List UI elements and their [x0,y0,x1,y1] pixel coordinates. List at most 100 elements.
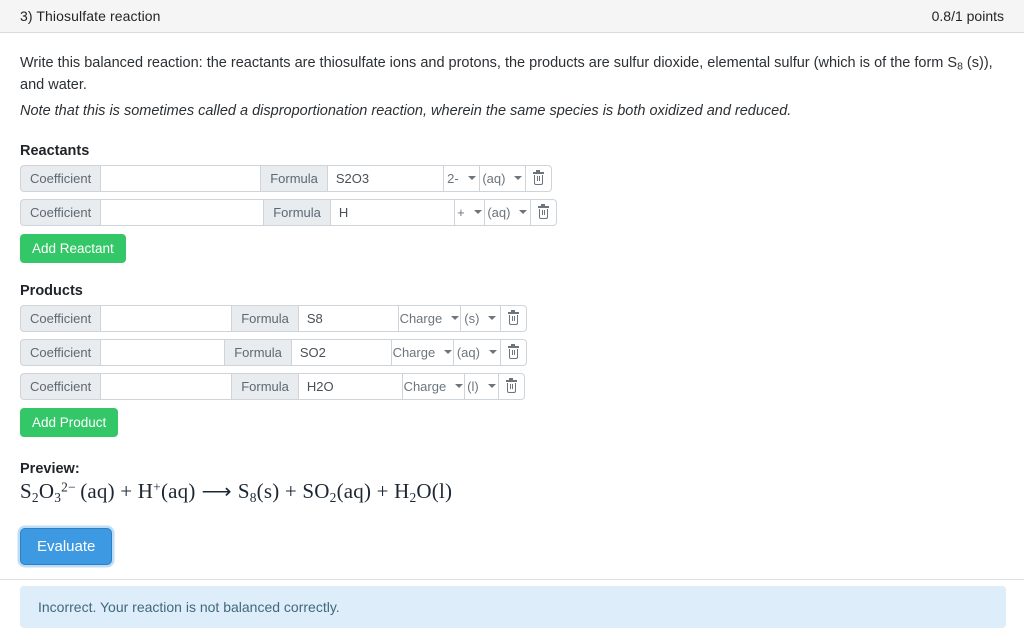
charge-select[interactable]: + [453,198,484,226]
question-title: 3) Thiosulfate reaction [20,8,161,24]
products-label: Products [20,282,83,299]
state-value: (aq) [487,204,511,220]
eq-h2: H [394,478,410,503]
table-row: Coefficient Formula S2O3 2- (aq) [20,164,1004,192]
formula-input[interactable]: SO2 [290,338,391,366]
add-product-button[interactable]: Add Product [20,407,119,437]
coefficient-label: Coefficient [20,338,101,366]
eq-sup: + [153,479,161,495]
prompt-text-part1: Write this balanced reaction: the reacta… [20,55,958,71]
table-row: Coefficient Formula SO2 Charge (aq) [20,338,1004,366]
eq-arrow: ⟶ [201,478,232,503]
reactants-label: Reactants [20,142,90,159]
coefficient-input[interactable] [100,164,261,192]
charge-select[interactable]: Charge [397,304,460,332]
trash-icon [532,170,544,185]
charge-value: + [457,204,465,220]
question-card: 3) Thiosulfate reaction 0.8/1 points Wri… [0,0,1024,628]
chevron-down-icon [488,316,497,321]
trash-icon [507,344,519,359]
chevron-down-icon [444,350,453,355]
prompt-text: Write this balanced reaction: the reacta… [20,53,1004,97]
formula-label: Formula [260,164,327,192]
formula-label: Formula [231,304,298,332]
charge-value: Charge [403,378,447,394]
trash-icon [507,310,519,325]
preview-label: Preview: [20,460,80,477]
state-select[interactable]: (aq) [478,164,525,192]
coefficient-label: Coefficient [20,372,101,400]
eq-plus: + [376,478,389,503]
state-value: (aq) [456,344,480,360]
eq-plus: + [120,478,133,503]
chevron-down-icon [451,316,460,321]
eq-state: (l) [431,478,453,503]
evaluate-button[interactable]: Evaluate [20,527,113,565]
delete-row-button[interactable] [499,338,527,366]
delete-row-button[interactable] [529,198,557,226]
add-reactant-button[interactable]: Add Reactant [20,233,126,263]
eq-sub: 2 [329,489,337,505]
charge-select[interactable]: Charge [401,372,464,400]
eq-h: H [137,478,154,503]
eq-state: (aq) [80,478,115,503]
formula-input[interactable]: S8 [297,304,398,332]
chevron-down-icon [473,210,482,215]
formula-input[interactable]: H [329,198,454,226]
eq-sub: 8 [249,489,257,505]
reactants-rows: Coefficient Formula S2O3 2- (aq) Coeffic… [20,164,1004,226]
coefficient-input[interactable] [100,198,264,226]
coefficient-input[interactable] [100,338,225,366]
eq-s: S [20,478,32,503]
state-select[interactable]: (aq) [483,198,530,226]
charge-value: 2- [447,170,459,186]
state-select[interactable]: (s) [459,304,500,332]
delete-row-button[interactable] [497,372,525,400]
chevron-down-icon [487,384,496,389]
delete-row-button[interactable] [524,164,552,192]
formula-label: Formula [224,338,291,366]
trash-icon [505,378,517,393]
formula-input[interactable]: S2O3 [326,164,443,192]
table-row: Coefficient Formula H + (aq) [20,198,1004,226]
question-header: 3) Thiosulfate reaction 0.8/1 points [0,0,1024,33]
chevron-down-icon [519,210,528,215]
charge-value: Charge [392,344,436,360]
state-select[interactable]: (aq) [452,338,500,366]
eq-state: (s) [256,478,280,503]
chevron-down-icon [455,384,464,389]
prompt-note: Note that this is sometimes called a dis… [20,103,792,120]
points-badge: 0.8/1 points [931,8,1004,24]
coefficient-label: Coefficient [20,164,101,192]
feedback-alert: Incorrect. Your reaction is not balanced… [20,585,1006,628]
coefficient-input[interactable] [100,304,232,332]
state-value: (l) [467,378,479,394]
table-row: Coefficient Formula H2O Charge (l) [20,372,1004,400]
table-row: Coefficient Formula S8 Charge (s) [20,304,1004,332]
coefficient-input[interactable] [100,372,232,400]
formula-label: Formula [263,198,330,226]
delete-row-button[interactable] [499,304,527,332]
eq-so: SO [302,478,330,503]
eq-plus: + [284,478,297,503]
eq-sub: 2 [31,489,39,505]
eq-state: (aq) [160,478,196,503]
chevron-down-icon [488,350,497,355]
eq-sup: 2− [61,479,76,495]
eq-o2: O [416,478,432,503]
charge-value: Charge [399,310,443,326]
eq-o: O [38,478,55,503]
state-select[interactable]: (l) [463,372,498,400]
formula-label: Formula [231,372,298,400]
reaction-preview-equation: S2O32− (aq) + H+(aq) ⟶ S8(s) + SO2(aq) + H… [20,479,1004,506]
formula-input[interactable]: H2O [297,372,402,400]
chevron-down-icon [467,176,476,181]
coefficient-label: Coefficient [20,198,101,226]
coefficient-label: Coefficient [20,304,101,332]
state-value: (s) [464,310,480,326]
charge-select[interactable]: Charge [390,338,453,366]
trash-icon [537,204,549,219]
question-body: Write this balanced reaction: the reacta… [0,33,1024,628]
chevron-down-icon [514,176,523,181]
charge-select[interactable]: 2- [442,164,479,192]
